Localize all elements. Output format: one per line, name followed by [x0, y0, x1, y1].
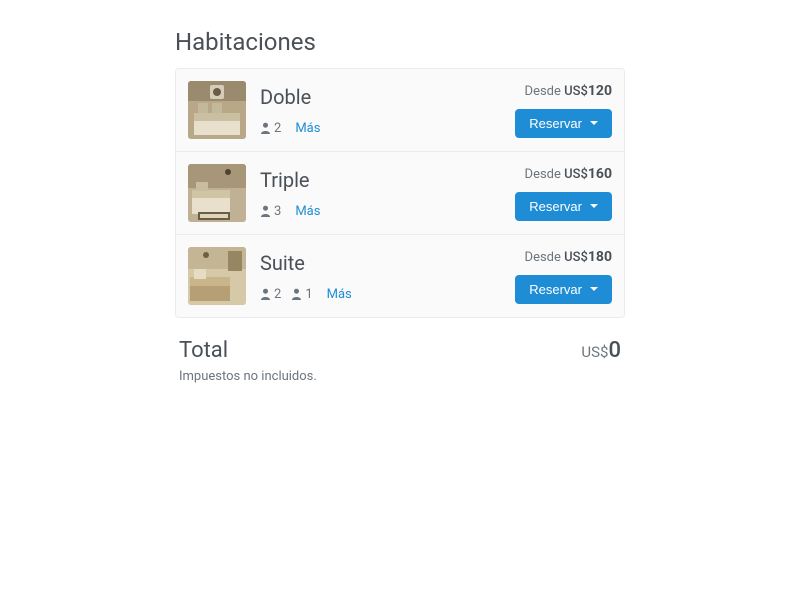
room-thumbnail[interactable]: [188, 81, 246, 139]
room-thumbnail[interactable]: [188, 247, 246, 305]
room-thumbnail[interactable]: [188, 164, 246, 222]
reserve-button[interactable]: Reservar: [515, 275, 612, 304]
more-link[interactable]: Más: [327, 287, 352, 302]
person-icon: [260, 122, 271, 134]
room-item: Suite 2 1 Más: [176, 235, 624, 317]
price-from: Desde US$180: [525, 249, 612, 265]
chevron-down-icon: [590, 204, 598, 208]
occupancy-count: 1: [305, 287, 312, 302]
room-item: Doble 2 Más Desde US$120 R: [176, 69, 624, 152]
rooms-list: Doble 2 Más Desde US$120 R: [175, 68, 625, 318]
total-amount: US$0: [581, 338, 621, 363]
person-icon: [260, 288, 271, 300]
room-name: Suite: [260, 251, 501, 275]
occupancy-count: 2: [274, 287, 281, 302]
occupancy-row: 3 Más: [260, 204, 501, 219]
reserve-button[interactable]: Reservar: [515, 192, 612, 221]
person-icon: [260, 205, 271, 217]
room-item: Triple 3 Más Desde US$160: [176, 152, 624, 235]
price-from: Desde US$120: [525, 83, 612, 99]
page-title: Habitaciones: [175, 28, 625, 56]
total-label: Total: [179, 338, 228, 363]
tax-note: Impuestos no incluidos.: [175, 369, 625, 384]
more-link[interactable]: Más: [295, 204, 320, 219]
occupancy-row: 2 Más: [260, 121, 501, 136]
chevron-down-icon: [590, 121, 598, 125]
total-row: Total US$0: [175, 318, 625, 369]
occupancy-row: 2 1 Más: [260, 287, 501, 302]
room-name: Doble: [260, 85, 501, 109]
price-from: Desde US$160: [525, 166, 612, 182]
chevron-down-icon: [590, 287, 598, 291]
room-name: Triple: [260, 168, 501, 192]
occupancy-count: 2: [274, 121, 281, 136]
reserve-button[interactable]: Reservar: [515, 109, 612, 138]
more-link[interactable]: Más: [295, 121, 320, 136]
person-icon: [291, 288, 302, 300]
occupancy-count: 3: [274, 204, 281, 219]
